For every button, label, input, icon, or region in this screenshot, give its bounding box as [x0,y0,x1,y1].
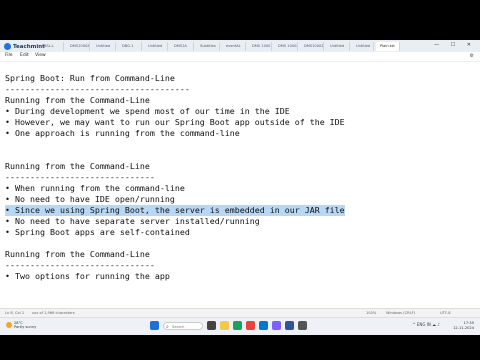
character-count: xxx of 1,966 characters [32,311,75,315]
task-view-icon[interactable] [207,321,216,330]
tab-1[interactable]: DMS1000Z [66,42,90,51]
tab-0[interactable]: BSL-L [40,42,64,51]
tab-8[interactable]: DMS 1000 [248,42,272,51]
notepad-icon[interactable] [298,321,307,330]
tab-7[interactable]: eventAL [222,42,246,51]
editor-line-selected: • Since we using Spring Boot, the server… [5,205,345,216]
status-bar: Ln 8, Col 1 xxx of 1,966 characters 100%… [0,308,480,317]
editor-line: • However, we may want to run our Spring… [5,117,345,127]
tab-9[interactable]: DMS 1000Z [274,42,298,51]
windows-start-icon[interactable] [150,321,159,330]
editor-line: • Spring Boot apps are self-contained [5,227,190,237]
taskbar-search[interactable]: Search [163,321,203,331]
weather-desc: Partly sunny [14,325,37,329]
editor-line: • During development we spend most of ou… [5,106,290,116]
editor-line: • One approach is running from the comma… [5,128,240,138]
app-window: Teachmint BSL-L DMS1000Z Untitled DBG-1 … [0,40,480,317]
editor-line: ------------------------------ [5,260,155,270]
word-icon[interactable] [285,321,294,330]
teachmint-logo-icon [4,43,11,50]
editor-line: • No need to have IDE open/running [5,194,175,204]
clock[interactable]: 17:35 12-11-2024 [453,321,474,331]
language-indicator[interactable]: ENG IN [417,322,431,327]
tab-12[interactable]: Untitled [352,42,374,51]
editor-line: ------------------------------ [5,172,155,182]
tab-2[interactable]: Untitled [92,42,116,51]
cursor-position: Ln 8, Col 1 [5,311,25,315]
menu-view[interactable]: View [35,53,46,58]
text-editor[interactable]: Spring Boot: Run from Command-Line -----… [0,62,480,308]
tab-11[interactable]: Untitled [326,42,350,51]
weather-widget[interactable]: 28°C Partly sunny [6,321,36,329]
editor-line: Running from the Command-Line [5,95,150,105]
app-icon[interactable] [272,321,281,330]
tab-bar: Teachmint BSL-L DMS1000Z Untitled DBG-1 … [0,40,480,52]
encoding[interactable]: UTF-8 [440,311,450,315]
app-icon[interactable] [246,321,255,330]
file-explorer-icon[interactable] [220,321,229,330]
editor-line: • No need to have separate server instal… [5,216,260,226]
sun-icon [6,322,12,328]
tab-4[interactable]: Untitled [144,42,168,51]
window-controls[interactable]: — ☐ ✕ [434,42,476,48]
taskbar-apps: Search [150,321,307,331]
line-ending[interactable]: Windows (CRLF) [386,311,415,315]
tab-3[interactable]: DBG-1 [118,42,142,51]
menu-edit[interactable]: Edit [20,53,29,58]
tab-10[interactable]: DMS1000Z [300,42,324,51]
browser-icon[interactable] [233,321,242,330]
settings-gear-icon[interactable]: ⚙ [470,53,474,59]
editor-line: Running from the Command-Line [5,249,150,259]
app-logo: Teachmint [4,42,45,51]
editor-line: • Two options for running the app [5,271,170,281]
system-tray-icons[interactable]: ^ ENG IN ☁ ♪ [412,322,440,327]
menu-bar: File Edit View ⚙ [0,52,480,62]
editor-line: • When running from the command-line [5,183,185,193]
editor-line: Running from the Command-Line [5,161,150,171]
tab-5[interactable]: DMS1A [170,42,194,51]
windows-taskbar: 28°C Partly sunny Search ^ ENG IN ☁ ♪ 17… [0,317,480,335]
tab-active[interactable]: Plain.txt [376,42,400,51]
menu-file[interactable]: File [5,53,13,58]
editor-line: Spring Boot: Run from Command-Line [5,73,175,83]
zoom-level[interactable]: 100% [366,311,376,315]
edge-icon[interactable] [259,321,268,330]
editor-line: ------------------------------------- [5,84,190,94]
clock-date: 12-11-2024 [453,326,474,330]
tab-6[interactable]: Subtitles [196,42,220,51]
